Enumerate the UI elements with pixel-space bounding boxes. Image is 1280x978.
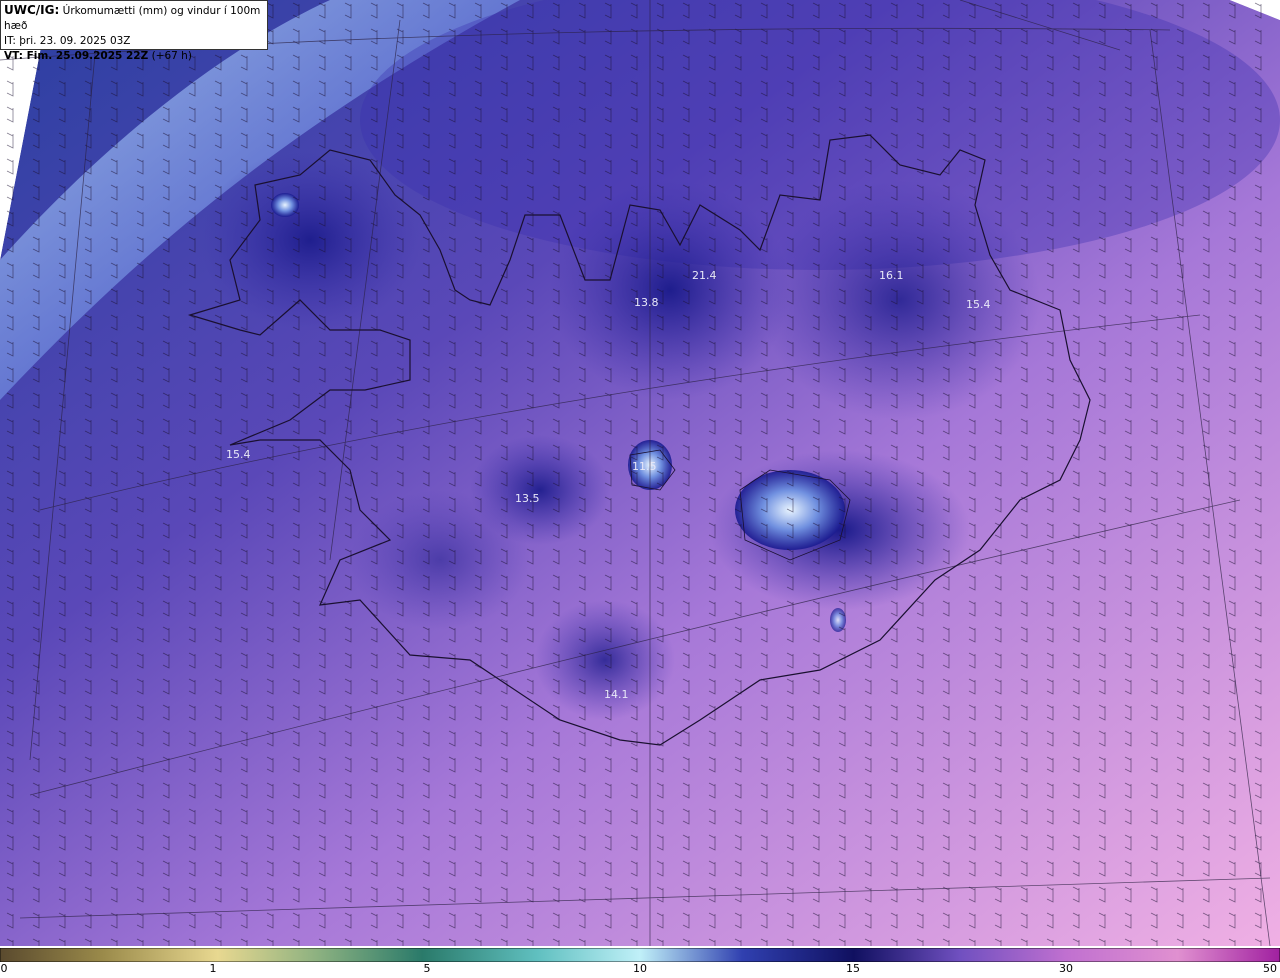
map-label: 15.4 bbox=[966, 298, 991, 311]
map-label: 13.5 bbox=[515, 492, 540, 505]
map-label: 21.4 bbox=[692, 269, 717, 282]
colorbar-tick: 15 bbox=[846, 962, 860, 975]
title-line-1: UWC/IG: Úrkomumætti (mm) og vindur í 100… bbox=[4, 3, 261, 32]
title-line-3: VT: Fim. 25.09.2025 22Z (+67 h) bbox=[4, 50, 192, 62]
map-label: 13.8 bbox=[634, 296, 659, 309]
colorbar bbox=[0, 948, 1280, 962]
colorbar-tick: 5 bbox=[423, 962, 431, 975]
map-label: 15.4 bbox=[226, 448, 251, 461]
map-label: 14.1 bbox=[604, 688, 629, 701]
colorbar-tick: 1 bbox=[209, 962, 217, 975]
map-field bbox=[0, 0, 1280, 946]
map-title-box: UWC/IG: Úrkomumætti (mm) og vindur í 100… bbox=[0, 0, 268, 62]
colorbar-tick: 0 bbox=[0, 962, 8, 975]
colorbar-tick: 50 bbox=[1263, 962, 1277, 975]
title-line-2: IT: þri. 23. 09. 2025 03Z bbox=[4, 35, 131, 47]
colorbar-tick: 30 bbox=[1059, 962, 1073, 975]
colorbar-tick: 10 bbox=[633, 962, 647, 975]
map-label: 16.1 bbox=[879, 269, 904, 282]
precipitation-wind-map: 21.4 16.1 15.4 13.8 15.4 11.5 13.5 14.1 bbox=[0, 0, 1280, 947]
map-label: 11.5 bbox=[632, 460, 657, 473]
